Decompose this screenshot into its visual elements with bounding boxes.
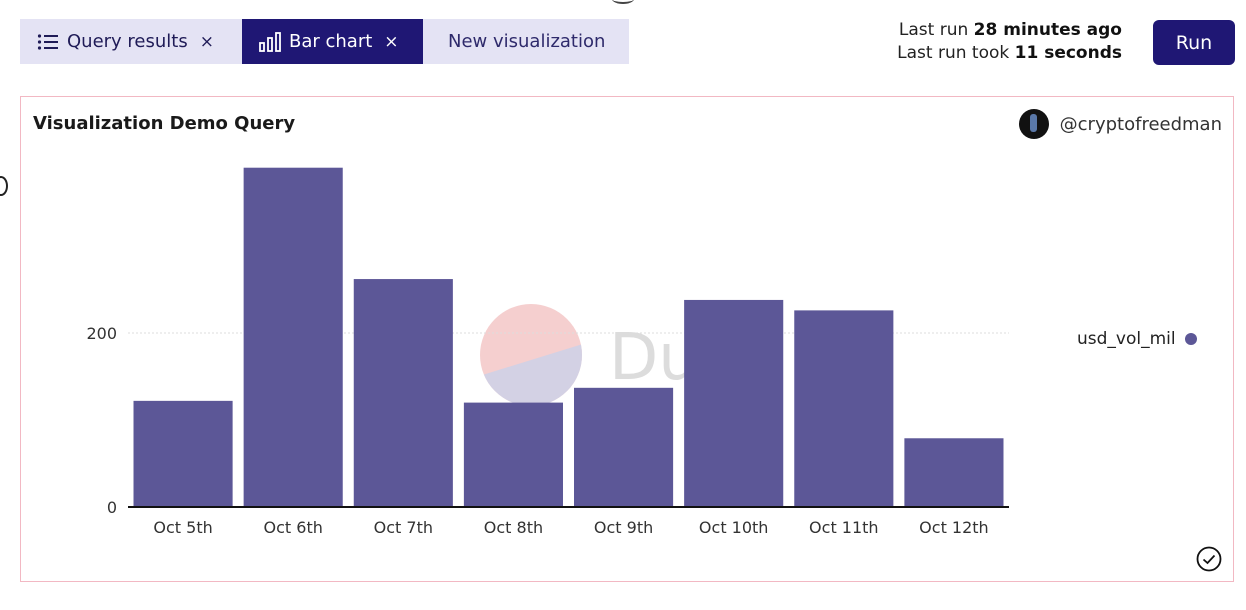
- run-duration-label: Last run took: [897, 43, 1010, 63]
- x-tick-label: Oct 8th: [484, 518, 543, 537]
- visualization-panel: Visualization Demo Query @cryptofreedman…: [20, 96, 1234, 582]
- bar[interactable]: [463, 402, 563, 507]
- bar[interactable]: [353, 279, 453, 507]
- bar[interactable]: [574, 387, 674, 507]
- bar[interactable]: [794, 310, 894, 507]
- bar[interactable]: [243, 167, 343, 507]
- x-tick-label: Oct 9th: [594, 518, 653, 537]
- tab-bar-chart[interactable]: Bar chart ×: [242, 19, 423, 64]
- run-duration-value: 11 seconds: [1014, 43, 1122, 63]
- x-tick-label: Oct 11th: [809, 518, 879, 537]
- bar[interactable]: [684, 299, 784, 507]
- y-tick-label: 0: [107, 498, 117, 517]
- tab-label: Query results: [67, 31, 188, 52]
- bar-chart-icon: [259, 31, 281, 52]
- close-icon[interactable]: ×: [384, 32, 398, 52]
- check-circle-icon[interactable]: [1196, 546, 1222, 572]
- visualization-tabs: Query results × Bar chart × New visualiz…: [20, 19, 630, 64]
- chart-legend[interactable]: usd_vol_mil: [1077, 329, 1197, 349]
- list-icon: [37, 33, 59, 51]
- x-tick-label: Oct 5th: [153, 518, 212, 537]
- x-tick-label: Oct 10th: [699, 518, 769, 537]
- bar[interactable]: [904, 438, 1004, 507]
- legend-label: usd_vol_mil: [1077, 329, 1176, 349]
- bar-chart: Dune 0200Oct 5thOct 6thOct 7thOct 8thOct…: [86, 167, 1009, 537]
- x-tick-label: Oct 12th: [919, 518, 989, 537]
- edge-icon: [0, 176, 8, 196]
- tab-label: Bar chart: [289, 31, 373, 52]
- last-run-value: 28 minutes ago: [973, 20, 1122, 40]
- tab-query-results[interactable]: Query results ×: [20, 19, 242, 64]
- y-tick-label: 200: [86, 324, 117, 343]
- last-run-label: Last run: [898, 20, 969, 40]
- bar[interactable]: [133, 400, 233, 507]
- x-tick-label: Oct 7th: [374, 518, 433, 537]
- legend-swatch: [1184, 333, 1197, 345]
- top-edge-mark: [612, 0, 634, 4]
- tab-new-visualization[interactable]: New visualization: [423, 19, 630, 64]
- tab-label: New visualization: [448, 31, 606, 52]
- run-status: Last run 28 minutes ago Last run took 11…: [897, 19, 1122, 65]
- x-tick-label: Oct 6th: [264, 518, 323, 537]
- run-button[interactable]: Run: [1153, 20, 1235, 65]
- close-icon[interactable]: ×: [200, 32, 214, 52]
